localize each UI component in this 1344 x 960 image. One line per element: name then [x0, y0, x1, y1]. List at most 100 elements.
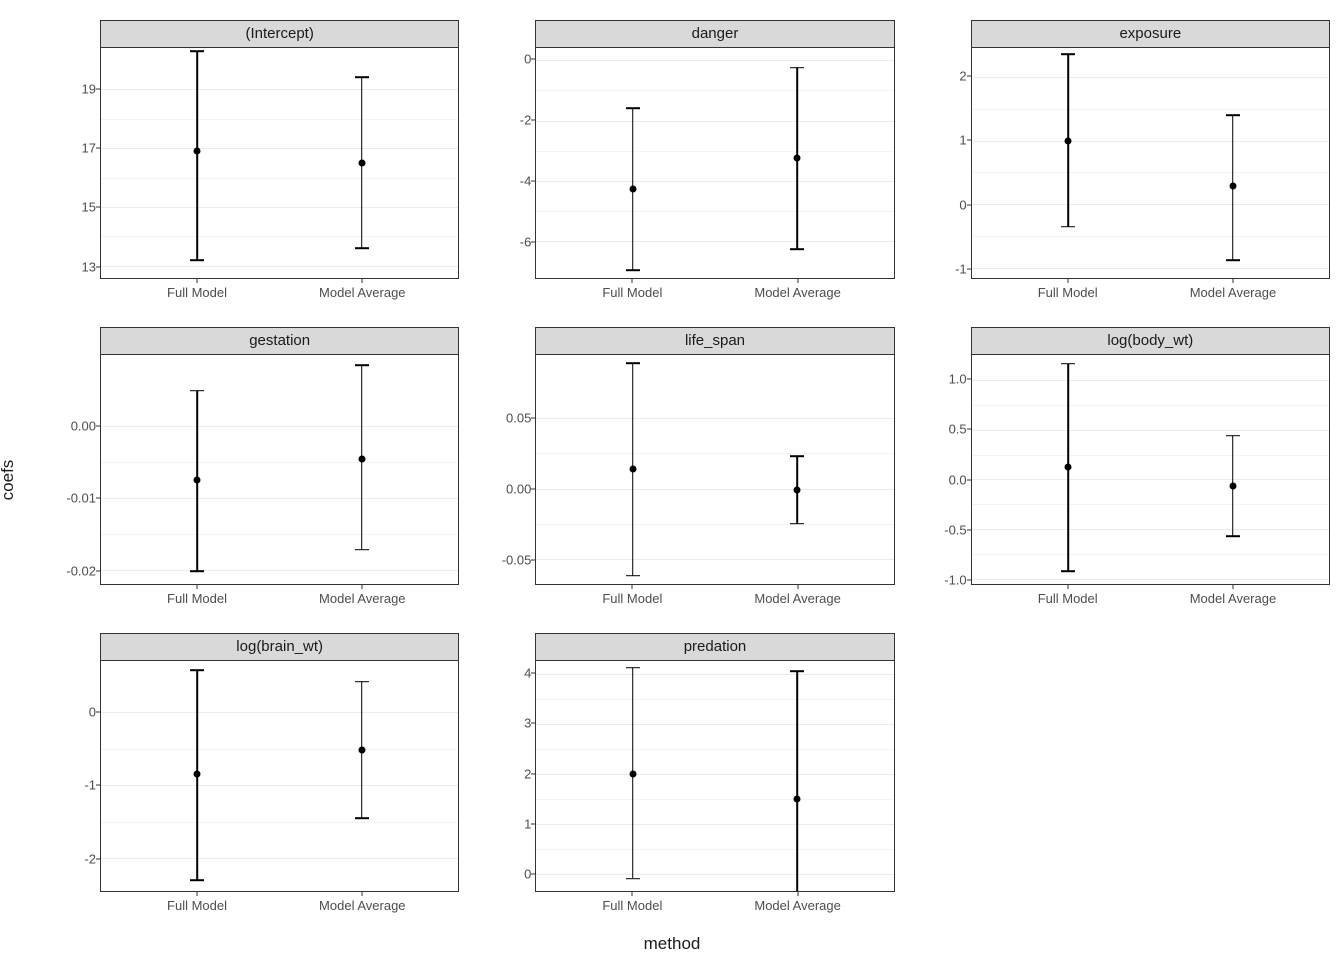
panel: [535, 354, 894, 586]
y-axis: -0.050.000.05: [477, 327, 535, 586]
y-tick-label: 15: [82, 200, 96, 215]
y-axis: -0.02-0.010.00: [42, 327, 100, 586]
panel: [971, 354, 1330, 586]
x-axis: Full Model Model Average: [477, 279, 894, 309]
y-tick-label: 0: [959, 197, 966, 212]
facet-cell: -1.0-0.50.00.51.0log(body_wt)Full ModelM…: [913, 327, 1330, 616]
y-tick-label: -1: [84, 778, 96, 793]
error-bar-cap: [355, 247, 369, 249]
x-axis: Full ModelModel Average: [42, 892, 459, 922]
facet-cell: -6-4-20danger Full Model Model Average: [477, 20, 894, 309]
y-axis: -6-4-20: [477, 20, 535, 279]
error-bar-cap: [626, 575, 640, 577]
error-bar-cap: [1061, 571, 1075, 573]
x-tick-label: Model Average: [1190, 591, 1277, 606]
x-tick-label: Full Model: [167, 591, 227, 606]
error-bar-cap: [355, 365, 369, 367]
facet-strip-label: (Intercept): [100, 20, 459, 47]
point-estimate: [629, 185, 636, 192]
y-tick-label: 4: [524, 665, 531, 680]
error-bar-cap: [790, 248, 804, 250]
y-tick-label: -1: [955, 262, 967, 277]
x-axis: Full Model Model Average: [477, 892, 894, 922]
y-axis-label: coefs: [0, 460, 18, 501]
x-axis: Full ModelModel Average: [42, 279, 459, 309]
point-estimate: [194, 771, 201, 778]
panel: [100, 47, 459, 279]
facet-strip-label: exposure: [971, 20, 1330, 47]
y-axis: -2-10: [42, 633, 100, 892]
error-bar-cap: [1226, 435, 1240, 437]
error-bar-cap: [190, 669, 204, 671]
x-tick-label: Model Average: [754, 285, 841, 300]
y-tick-label: 0: [89, 704, 96, 719]
panel: [100, 354, 459, 586]
facet-cell: -1012exposureFull ModelModel Average: [913, 20, 1330, 309]
y-tick-label: 17: [82, 140, 96, 155]
y-axis: -1012: [913, 20, 971, 279]
error-bar-cap: [790, 523, 804, 525]
x-tick-label: Model Average: [319, 591, 406, 606]
point-estimate: [1065, 464, 1072, 471]
point-estimate: [358, 455, 365, 462]
error-bar-cap: [355, 549, 369, 551]
error-bar-cap: [790, 671, 804, 673]
error-bar-cap: [355, 817, 369, 819]
x-tick-label: Full Model: [602, 898, 662, 913]
error-bar-cap: [790, 455, 804, 457]
y-tick-label: 0.5: [949, 422, 967, 437]
point-estimate: [794, 155, 801, 162]
facet-strip-label: log(body_wt): [971, 327, 1330, 354]
x-tick-label: Full Model: [1038, 285, 1098, 300]
chart-facet-grid: coefs method 13151719(Intercept)Full Mod…: [0, 0, 1344, 960]
error-bar-cap: [1226, 536, 1240, 538]
y-tick-label: 0.00: [506, 481, 531, 496]
y-tick-label: -0.5: [944, 522, 966, 537]
y-tick-label: -0.01: [66, 491, 96, 506]
x-tick-label: Full Model: [602, 285, 662, 300]
facet-cell: -2-10log(brain_wt)Full ModelModel Averag…: [42, 633, 459, 922]
y-tick-label: 0.0: [949, 472, 967, 487]
error-bar-cap: [1061, 54, 1075, 56]
error-bar-cap: [626, 108, 640, 110]
y-tick-label: 2: [524, 766, 531, 781]
y-tick-label: 0.05: [506, 410, 531, 425]
y-tick-label: 13: [82, 259, 96, 274]
x-axis: Full Model Model Average: [477, 585, 894, 615]
x-tick-label: Full Model: [602, 591, 662, 606]
error-bar-cap: [190, 390, 204, 392]
error-bar-cap: [1226, 260, 1240, 262]
y-axis: 13151719: [42, 20, 100, 279]
facet-cell: 01234predationFull ModelModel Average: [477, 633, 894, 922]
error-bar: [796, 671, 798, 892]
point-estimate: [358, 747, 365, 754]
point-estimate: [194, 477, 201, 484]
point-estimate: [1229, 483, 1236, 490]
panel: [971, 47, 1330, 279]
facet-cell: 13151719(Intercept)Full ModelModel Avera…: [42, 20, 459, 309]
facet-cell: -0.02-0.010.00gestationFull ModelModel A…: [42, 327, 459, 616]
x-axis: Full ModelModel Average: [913, 585, 1330, 615]
x-tick-label: Model Average: [754, 898, 841, 913]
error-bar-cap: [355, 77, 369, 79]
x-tick-label: Model Average: [754, 591, 841, 606]
point-estimate: [629, 770, 636, 777]
x-axis: Full ModelModel Average: [913, 279, 1330, 309]
point-estimate: [794, 795, 801, 802]
y-tick-label: 1.0: [949, 371, 967, 386]
error-bar-cap: [626, 878, 640, 880]
facet-strip-label: danger: [535, 20, 894, 47]
facet-strip-label: predation: [535, 633, 894, 660]
point-estimate: [194, 148, 201, 155]
y-tick-label: 0: [524, 52, 531, 67]
y-tick-label: -4: [520, 174, 532, 189]
x-tick-label: Full Model: [167, 898, 227, 913]
facet-strip-label: life_span: [535, 327, 894, 354]
x-axis: Full Model Model Average: [42, 585, 459, 615]
error-bar-cap: [1061, 363, 1075, 365]
y-tick-label: 1: [959, 133, 966, 148]
error-bar-cap: [355, 681, 369, 683]
panel: [535, 47, 894, 279]
point-estimate: [794, 486, 801, 493]
error-bar-cap: [190, 879, 204, 881]
